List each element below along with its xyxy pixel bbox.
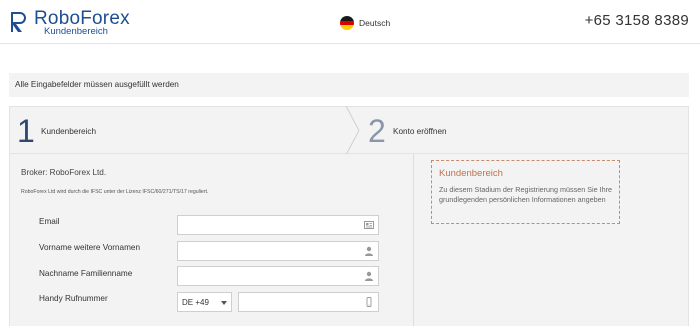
mobile-field[interactable] — [239, 294, 359, 313]
form-divider — [413, 154, 414, 326]
firstname-label: Vorname weitere Vornamen — [39, 243, 141, 252]
info-box: Kundenbereich Zu diesem Stadium der Regi… — [431, 160, 620, 224]
email-field[interactable] — [178, 217, 358, 236]
step-separator-chevron — [345, 106, 360, 155]
mobile-phone-icon — [366, 297, 372, 307]
country-code-value: DE +49 — [182, 298, 209, 307]
mobile-field-box[interactable] — [238, 292, 379, 313]
step-1-label: Kundenbereich — [41, 127, 97, 136]
roboforex-logo-icon — [11, 12, 26, 32]
step-2-number: 2 — [368, 113, 386, 149]
email-label: Email — [39, 217, 60, 226]
lastname-field[interactable] — [178, 268, 358, 287]
person-icon — [365, 246, 373, 256]
step-1-number: 1 — [17, 113, 35, 149]
header: RoboForex Kundenbereich Deutsch +65 3158… — [0, 0, 700, 44]
firstname-field-box[interactable] — [177, 241, 379, 262]
required-fields-notice: Alle Eingabefelder müssen ausgefüllt wer… — [9, 73, 689, 97]
lastname-field-box[interactable] — [177, 266, 379, 287]
country-code-select[interactable]: DE +49 — [177, 292, 232, 312]
language-selector[interactable]: Deutsch — [340, 15, 390, 31]
firstname-field[interactable] — [178, 243, 358, 262]
roboforex-logo[interactable]: RoboForex Kundenbereich — [9, 8, 159, 39]
contact-card-icon — [364, 221, 374, 229]
support-phone[interactable]: +65 3158 8389 — [585, 12, 689, 29]
person-icon — [365, 271, 373, 281]
email-field-box[interactable] — [177, 215, 379, 236]
language-label: Deutsch — [359, 18, 391, 28]
step-2-label: Konto eröffnen — [393, 127, 447, 136]
lastname-label: Nachname Familienname — [39, 269, 133, 278]
registration-form-panel: Broker: RoboForex Ltd. RoboForex Ltd wir… — [9, 154, 689, 326]
broker-title: Broker: RoboForex Ltd. — [21, 168, 107, 177]
german-flag-icon — [340, 16, 354, 30]
logo-subtitle: Kundenbereich — [44, 26, 108, 37]
registration-steps: 1 Kundenbereich 2 Konto eröffnen — [9, 106, 689, 155]
chevron-down-icon — [221, 301, 227, 305]
broker-regulation-text: RoboForex Ltd wird durch die IFSC unter … — [21, 189, 209, 195]
mobile-label: Handy Rufnummer — [39, 294, 108, 303]
info-text: Zu diesem Stadium der Registrierung müss… — [439, 185, 612, 204]
info-title: Kundenbereich — [439, 168, 503, 179]
